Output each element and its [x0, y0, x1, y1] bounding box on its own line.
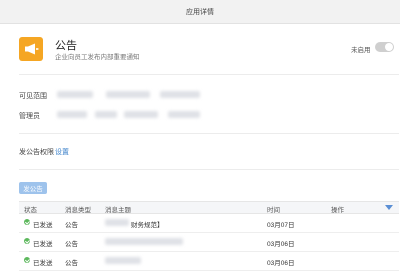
- type-text: 公告: [65, 241, 78, 248]
- visible-range-redacted: [160, 91, 200, 98]
- admin-redacted: [124, 111, 158, 118]
- visible-range-label: 可见范围: [19, 93, 47, 100]
- publish-permission-label: 发公告权限: [19, 149, 54, 156]
- publish-announcement-button[interactable]: 发公告: [19, 182, 47, 194]
- admin-redacted: [168, 111, 200, 118]
- column-header-time: 时间: [267, 207, 280, 214]
- announcement-table: 状态 消息类型 消息主题 时间 操作 已发送 公告 财务规范】 03月07日 已…: [19, 201, 399, 271]
- time-text: 03月06日: [267, 260, 295, 267]
- top-bar: 应用详情: [0, 0, 400, 24]
- column-header-type: 消息类型: [65, 207, 91, 214]
- permission-settings-link[interactable]: 设置: [55, 147, 69, 157]
- table-row[interactable]: 已发送 公告 财务规范】 03月07日: [19, 214, 399, 233]
- column-header-subject: 消息主题: [105, 207, 131, 214]
- subject-redacted: [105, 238, 183, 245]
- megaphone-icon: [19, 37, 43, 61]
- column-header-status: 状态: [24, 207, 37, 214]
- admins-label: 管理员: [19, 113, 40, 120]
- status-text: 已发送: [33, 241, 53, 248]
- table-header: 状态 消息类型 消息主题 时间 操作: [19, 201, 399, 214]
- status-text: 已发送: [33, 222, 53, 229]
- divider: [19, 169, 399, 170]
- visible-range-redacted: [106, 91, 150, 98]
- subject-text: 财务规范】: [131, 222, 164, 229]
- toggle-status-label: 未启用: [351, 47, 371, 54]
- time-text: 03月07日: [267, 222, 295, 229]
- page-title: 应用详情: [186, 8, 214, 16]
- type-text: 公告: [65, 260, 78, 267]
- filter-icon[interactable]: [385, 205, 393, 211]
- enable-toggle[interactable]: [375, 42, 394, 52]
- app-description: 企业向员工发布内部重要通知: [55, 54, 140, 61]
- column-header-actions: 操作: [331, 207, 344, 214]
- divider: [19, 133, 399, 134]
- admin-redacted: [95, 111, 117, 118]
- subject-redacted: [105, 219, 129, 226]
- status-text: 已发送: [33, 260, 53, 267]
- subject-redacted: [105, 257, 141, 264]
- toggle-knob: [385, 43, 393, 51]
- type-text: 公告: [65, 222, 78, 229]
- table-row[interactable]: 已发送 公告 03月06日: [19, 233, 399, 252]
- admin-redacted: [57, 111, 87, 118]
- check-circle-icon: [24, 238, 30, 244]
- check-circle-icon: [24, 257, 30, 263]
- check-circle-icon: [24, 219, 30, 225]
- table-row[interactable]: 已发送 公告 03月06日: [19, 252, 399, 271]
- visible-range-redacted: [57, 91, 93, 98]
- divider: [19, 74, 399, 75]
- time-text: 03月06日: [267, 241, 295, 248]
